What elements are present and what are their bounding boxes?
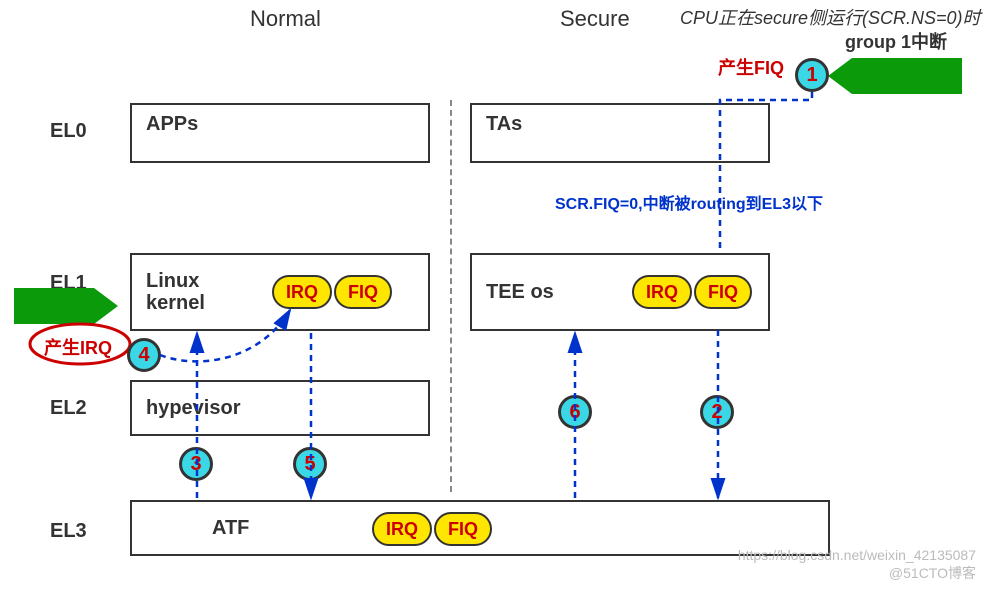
- pill-atf-fiq: FIQ: [434, 512, 492, 546]
- step-5: 5: [293, 447, 327, 481]
- step-2: 2: [700, 395, 734, 429]
- box-apps-text: APPs: [146, 113, 198, 136]
- box-atf-text: ATF: [212, 517, 249, 540]
- box-linux-text: Linux kernel: [146, 270, 205, 314]
- pill-linux-irq: IRQ: [272, 275, 332, 309]
- label-el0: EL0: [50, 120, 87, 143]
- box-atf: ATF IRQ FIQ: [130, 500, 830, 556]
- step-3: 3: [179, 447, 213, 481]
- pill-teeos-fiq: FIQ: [694, 275, 752, 309]
- box-linux: Linux kernel IRQ FIQ: [130, 253, 430, 331]
- pill-atf-irq: IRQ: [372, 512, 432, 546]
- label-el3: EL3: [50, 520, 87, 543]
- step-4: 4: [127, 338, 161, 372]
- step-1: 1: [795, 58, 829, 92]
- box-tas: TAs: [470, 103, 770, 163]
- irq-source-arrow: [14, 288, 118, 324]
- label-gen-irq: 产生IRQ: [44, 334, 112, 360]
- title-normal: Normal: [250, 6, 321, 32]
- step-6: 6: [558, 395, 592, 429]
- label-gen-fiq: 产生FIQ: [718, 54, 784, 80]
- box-hypervisor: hypevisor: [130, 380, 430, 436]
- watermark-csdn: https://blog.csdn.net/weixin_42135087: [738, 547, 976, 563]
- note-cpu-secure: CPU正在secure侧运行(SCR.NS=0)时: [680, 4, 981, 30]
- watermark-cto: @51CTO博客: [889, 563, 976, 583]
- pill-teeos-irq: IRQ: [632, 275, 692, 309]
- box-teeos-text: TEE os: [486, 281, 554, 304]
- title-secure: Secure: [560, 6, 630, 32]
- world-divider: [450, 100, 452, 492]
- label-el2: EL2: [50, 397, 87, 420]
- box-tas-text: TAs: [486, 113, 522, 136]
- note-group1: group 1中断: [845, 28, 947, 54]
- interrupt-source-arrow: [828, 58, 962, 94]
- pill-linux-fiq: FIQ: [334, 275, 392, 309]
- box-apps: APPs: [130, 103, 430, 163]
- box-teeos: TEE os IRQ FIQ: [470, 253, 770, 331]
- label-routing: SCR.FIQ=0,中断被routing到EL3以下: [555, 190, 823, 214]
- box-hypervisor-text: hypevisor: [146, 397, 240, 420]
